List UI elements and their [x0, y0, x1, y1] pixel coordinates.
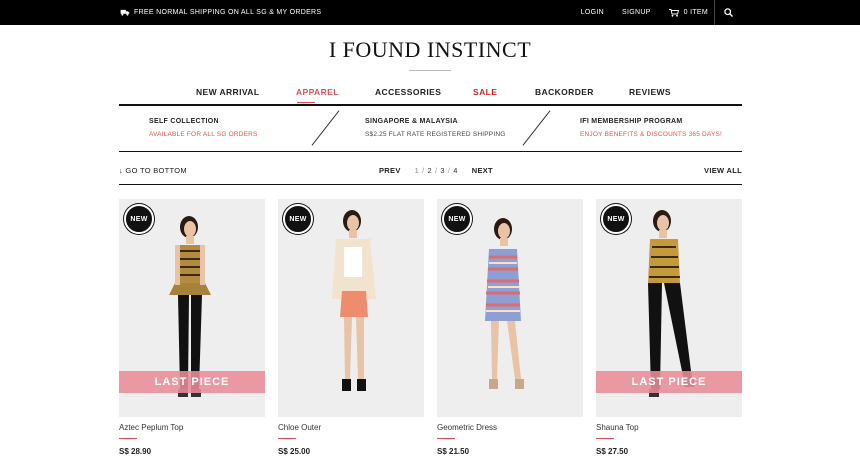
- truck-icon: [120, 9, 130, 16]
- page-separator: /: [434, 166, 438, 175]
- signup-link[interactable]: SIGNUP: [622, 9, 651, 16]
- info-divider: [119, 151, 742, 152]
- page-link-3[interactable]: 3: [440, 166, 444, 175]
- next-page-button[interactable]: NEXT: [472, 166, 493, 175]
- cart-icon: [668, 8, 679, 17]
- pagination: PREV 1 / 2 / 3 / 4 NEXT: [379, 166, 493, 175]
- last-piece-banner: LAST PIECE: [119, 371, 265, 393]
- search-button[interactable]: [714, 0, 742, 25]
- main-nav: NEW ARRIVAL APPAREL ACCESSORIES SALE BAC…: [119, 82, 742, 104]
- product-image[interactable]: NEW LAST PIECE: [596, 199, 742, 417]
- page-separator: /: [422, 166, 425, 175]
- product-card[interactable]: NEW LAST PIECE Aztec Peplum Top S$ 28.90: [119, 199, 265, 456]
- product-price: S$ 27.50: [596, 447, 629, 456]
- shipping-text: FREE NORMAL SHIPPING ON ALL SG & MY ORDE…: [134, 9, 322, 16]
- top-bar: FREE NORMAL SHIPPING ON ALL SG & MY ORDE…: [0, 0, 860, 25]
- page-link-4[interactable]: 4: [453, 166, 457, 175]
- prev-page-button[interactable]: PREV: [379, 166, 401, 175]
- nav-accessories[interactable]: ACCESSORIES: [375, 87, 441, 97]
- nav-apparel[interactable]: APPAREL: [296, 87, 339, 97]
- logo-divider: [409, 70, 451, 71]
- pager-divider: [119, 184, 742, 185]
- product-name[interactable]: Geometric Dress: [437, 423, 583, 432]
- product-card[interactable]: NEW Chloe Outer S$ 25.00: [278, 199, 424, 456]
- nav-new-arrival[interactable]: NEW ARRIVAL: [196, 87, 259, 97]
- page-separator: /: [447, 166, 451, 175]
- shipping-notice: FREE NORMAL SHIPPING ON ALL SG & MY ORDE…: [120, 0, 321, 25]
- info-separator: [311, 110, 340, 146]
- product-price: S$ 21.50: [437, 447, 470, 456]
- page-link-1[interactable]: 1: [415, 166, 419, 175]
- cart-link[interactable]: 0 ITEM: [668, 8, 708, 17]
- site-logo[interactable]: I FOUND INSTINCT: [0, 37, 860, 63]
- product-name[interactable]: Chloe Outer: [278, 423, 424, 432]
- info-title: SELF COLLECTION: [149, 118, 219, 125]
- product-card[interactable]: NEW Geometric Dress S$ 21.50: [437, 199, 583, 456]
- product-name[interactable]: Aztec Peplum Top: [119, 423, 265, 432]
- product-card[interactable]: NEW LAST PIECE Shauna Top S$ 27.50: [596, 199, 742, 456]
- nav-backorder[interactable]: BACKORDER: [535, 87, 594, 97]
- product-name[interactable]: Shauna Top: [596, 423, 742, 432]
- product-image[interactable]: NEW: [437, 199, 583, 417]
- product-price: S$ 28.90: [119, 447, 152, 456]
- new-badge: NEW: [283, 204, 313, 234]
- info-separator: [522, 110, 551, 146]
- product-image[interactable]: NEW: [278, 199, 424, 417]
- nav-reviews[interactable]: REVIEWS: [629, 87, 671, 97]
- info-subtitle: ENJOY BENEFITS & DISCOUNTS 365 DAYS!: [580, 131, 723, 138]
- product-price: S$ 25.00: [278, 447, 311, 456]
- nav-active-indicator: [297, 102, 315, 103]
- product-divider: [278, 438, 296, 439]
- go-to-bottom-link[interactable]: ↓ GO TO BOTTOM: [119, 166, 187, 175]
- product-image[interactable]: NEW LAST PIECE: [119, 199, 265, 417]
- new-badge: NEW: [124, 204, 154, 234]
- info-subtitle: AVAILABLE FOR ALL SG ORDERS: [149, 131, 258, 138]
- login-link[interactable]: LOGIN: [581, 9, 604, 16]
- last-piece-banner: LAST PIECE: [596, 371, 742, 393]
- cart-count: 0 ITEM: [683, 9, 708, 16]
- page-link-2[interactable]: 2: [428, 166, 432, 175]
- info-title: IFI MEMBERSHIP PROGRAM: [580, 118, 683, 125]
- view-all-link[interactable]: VIEW ALL: [704, 166, 742, 175]
- new-badge: NEW: [601, 204, 631, 234]
- pagination-bar: ↓ GO TO BOTTOM PREV 1 / 2 / 3 / 4 NEXT V…: [119, 164, 742, 180]
- nav-sale[interactable]: SALE: [473, 87, 497, 97]
- product-divider: [119, 438, 137, 439]
- info-subtitle: S$2.25 FLAT RATE REGISTERED SHIPPING: [365, 131, 506, 138]
- product-divider: [596, 438, 614, 439]
- new-badge: NEW: [442, 204, 472, 234]
- search-icon: [724, 8, 733, 17]
- nav-divider: [119, 104, 742, 106]
- info-title: SINGAPORE & MALAYSIA: [365, 118, 458, 125]
- product-divider: [437, 438, 455, 439]
